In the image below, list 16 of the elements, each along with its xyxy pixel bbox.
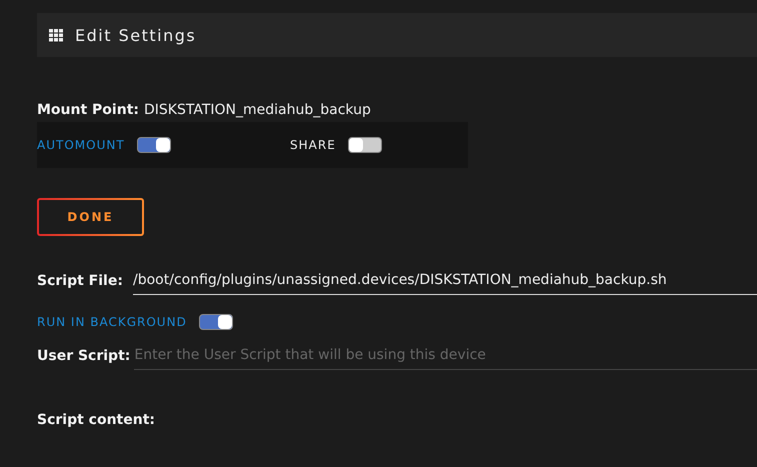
user-script-field[interactable]: Enter the User Script that will be using this device xyxy=(134,347,757,370)
page-title: Edit Settings xyxy=(75,26,196,44)
mount-point-label: Mount Point: xyxy=(37,102,139,118)
done-button[interactable]: DONE xyxy=(37,198,144,236)
toggle-switch[interactable] xyxy=(348,137,382,153)
toggle-label: AUTOMOUNT xyxy=(37,138,125,152)
grid-icon xyxy=(49,28,64,42)
script-content-label: Script content: xyxy=(37,412,156,428)
user-script-label: User Script: xyxy=(37,348,130,366)
toggle-label: RUN IN BACKGROUND xyxy=(37,315,187,329)
script-file-field[interactable]: /boot/config/plugins/unassigned.devices/DISKSTATION_mediahub_backup.sh xyxy=(133,272,757,295)
toggle-switch[interactable] xyxy=(198,314,233,330)
mount-point-value: DISKSTATION_mediahub_backup xyxy=(144,102,371,118)
script-file-label: Script File: xyxy=(37,273,124,291)
toggle-switch[interactable] xyxy=(136,137,171,153)
toggle-label: SHARE xyxy=(290,138,336,152)
